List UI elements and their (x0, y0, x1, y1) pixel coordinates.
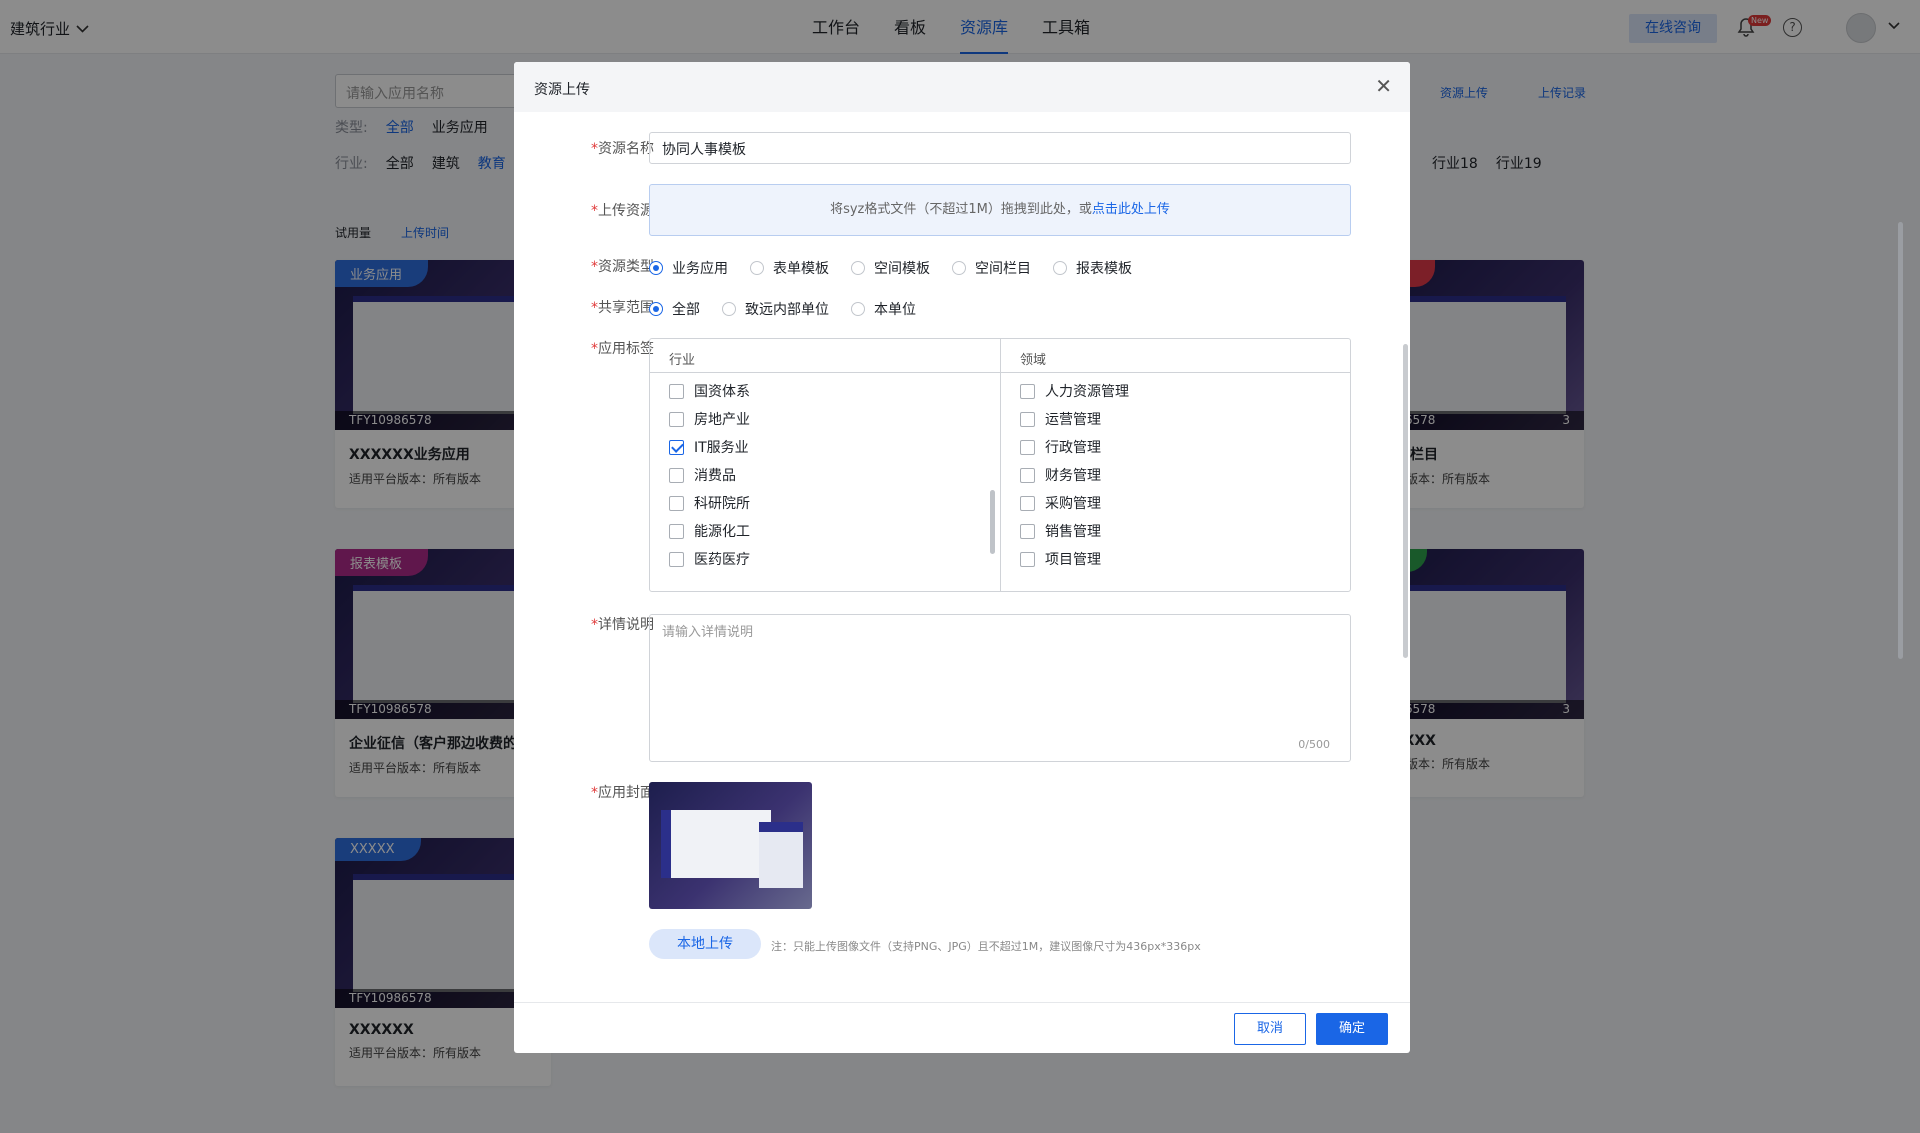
tag-label: *应用标签 (591, 341, 654, 357)
page-scrollbar[interactable] (1898, 222, 1903, 659)
industry-checkbox[interactable]: 消费品 (650, 461, 1000, 489)
industry-checkbox[interactable]: IT服务业 (650, 433, 1000, 461)
dialog-scrollbar[interactable] (1403, 344, 1408, 658)
type-radio-business[interactable]: 业务应用 (649, 258, 728, 278)
detail-label: *详情说明 (591, 617, 654, 633)
resource-name-input[interactable]: 协同人事模板 (649, 132, 1351, 164)
dialog-header: 资源上传 ✕ (514, 62, 1410, 112)
dialog-footer: 取消 确定 (514, 1002, 1410, 1053)
industry-header: 行业 (650, 339, 1000, 373)
industry-column: 行业 国资体系 房地产业 IT服务业 消费品 科研院所 能源化工 医药医疗 (650, 339, 1000, 591)
domain-checkbox[interactable]: 人力资源管理 (1001, 377, 1350, 405)
cancel-button[interactable]: 取消 (1234, 1013, 1306, 1045)
domain-checkbox[interactable]: 销售管理 (1001, 517, 1350, 545)
industry-checkbox[interactable]: 房地产业 (650, 405, 1000, 433)
scope-label: *共享范围 (591, 300, 654, 316)
domain-checkbox[interactable]: 项目管理 (1001, 545, 1350, 573)
close-icon[interactable]: ✕ (1375, 76, 1392, 96)
upload-label: *上传资源 (591, 203, 654, 219)
confirm-button[interactable]: 确定 (1316, 1013, 1388, 1045)
type-radio-space-template[interactable]: 空间模板 (851, 258, 930, 278)
type-radio-form[interactable]: 表单模板 (750, 258, 829, 278)
click-upload-link[interactable]: 点击此处上传 (1092, 202, 1170, 217)
detail-textarea[interactable]: 请输入详情说明 0/500 (649, 614, 1351, 762)
domain-checkbox[interactable]: 行政管理 (1001, 433, 1350, 461)
app-tag-selector: 行业 国资体系 房地产业 IT服务业 消费品 科研院所 能源化工 医药医疗 领域… (649, 338, 1351, 592)
cover-note: 注：只能上传图像文件（支持PNG、JPG）且不超过1M，建议图像尺寸为436px… (771, 940, 1201, 953)
domain-checkbox[interactable]: 财务管理 (1001, 461, 1350, 489)
cover-preview[interactable] (649, 782, 812, 909)
detail-placeholder: 请输入详情说明 (662, 625, 754, 640)
scope-radio-own-unit[interactable]: 本单位 (851, 299, 916, 319)
type-radio-report[interactable]: 报表模板 (1053, 258, 1132, 278)
file-dropzone[interactable]: 将syz格式文件（不超过1M）拖拽到此处，或点击此处上传 (649, 184, 1351, 236)
dropzone-text: 将syz格式文件（不超过1M）拖拽到此处，或 (830, 202, 1092, 217)
type-radio-space-column[interactable]: 空间栏目 (952, 258, 1031, 278)
domain-header: 领域 (1001, 339, 1350, 373)
industry-checkbox[interactable]: 科研院所 (650, 489, 1000, 517)
domain-checkbox[interactable]: 运营管理 (1001, 405, 1350, 433)
type-label: *资源类型 (591, 259, 654, 275)
domain-checkbox[interactable]: 采购管理 (1001, 489, 1350, 517)
cover-label: *应用封面 (591, 785, 654, 801)
industry-checkbox[interactable]: 医药医疗 (650, 545, 1000, 573)
share-scope-radios: 全部 致远内部单位 本单位 (649, 299, 916, 319)
resource-type-radios: 业务应用 表单模板 空间模板 空间栏目 报表模板 (649, 258, 1132, 278)
domain-column: 领域 人力资源管理 运营管理 行政管理 财务管理 采购管理 销售管理 项目管理 (1000, 339, 1350, 591)
name-label: *资源名称 (591, 141, 654, 157)
industry-checkbox[interactable]: 国资体系 (650, 377, 1000, 405)
local-upload-button[interactable]: 本地上传 (649, 929, 761, 959)
resource-upload-dialog: 资源上传 ✕ *资源名称 协同人事模板 *上传资源 将syz格式文件（不超过1M… (514, 62, 1410, 1053)
industry-checkbox[interactable]: 能源化工 (650, 517, 1000, 545)
char-counter: 0/500 (1298, 738, 1330, 751)
scope-radio-internal[interactable]: 致远内部单位 (722, 299, 829, 319)
dialog-title: 资源上传 (534, 82, 590, 98)
tag-list-scrollbar[interactable] (990, 490, 995, 554)
scope-radio-all[interactable]: 全部 (649, 299, 700, 319)
